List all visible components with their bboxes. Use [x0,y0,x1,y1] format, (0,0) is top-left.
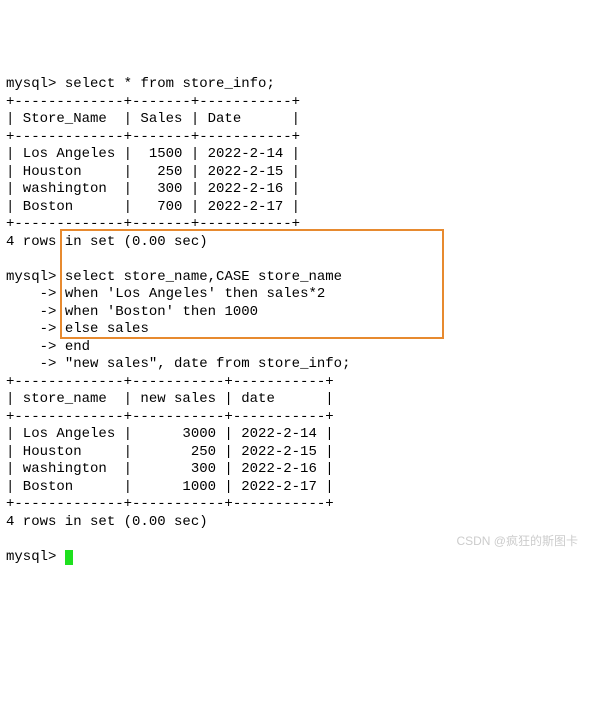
sql-line: select store_name,CASE store_name [65,269,342,285]
sql-line: else sales [65,321,149,337]
result-footer: 4 rows in set (0.00 sec) [6,234,208,250]
table-border: +-------------+-------+-----------+ [6,129,300,145]
table-border: +-------------+-----------+-----------+ [6,496,334,512]
terminal-output: mysql> select * from store_info; +------… [6,76,584,566]
sql-query-1: select * from store_info; [65,76,275,92]
table-border: +-------------+-------+-----------+ [6,216,300,232]
sql-line: when 'Los Angeles' then sales*2 [65,286,325,302]
table-row: | Los Angeles | 1500 | 2022-2-14 | [6,146,300,162]
mysql-continuation[interactable]: -> end [6,339,90,355]
mysql-continuation[interactable]: -> when 'Los Angeles' then sales*2 [6,286,325,302]
mysql-continuation[interactable]: -> when 'Boston' then 1000 [6,304,258,320]
table-header: | Store_Name | Sales | Date | [6,111,300,127]
cursor-icon [65,550,73,565]
mysql-prompt[interactable]: mysql> select * from store_info; [6,76,275,92]
table-border: +-------------+-----------+-----------+ [6,374,334,390]
sql-line: when 'Boston' then 1000 [65,304,258,320]
table-row: | Houston | 250 | 2022-2-15 | [6,444,334,460]
table-row: | Houston | 250 | 2022-2-15 | [6,164,300,180]
table-row: | washington | 300 | 2022-2-16 | [6,461,334,477]
table-row: | Los Angeles | 3000 | 2022-2-14 | [6,426,334,442]
sql-line: "new sales", date from store_info; [65,356,351,372]
table-row: | Boston | 1000 | 2022-2-17 | [6,479,334,495]
mysql-continuation[interactable]: -> else sales [6,321,149,337]
table-header: | store_name | new sales | date | [6,391,334,407]
table-row: | Boston | 700 | 2022-2-17 | [6,199,300,215]
watermark: CSDN @疯狂的斯图卡 [456,534,578,549]
table-border: +-------------+-------+-----------+ [6,94,300,110]
mysql-prompt[interactable]: mysql> select store_name,CASE store_name [6,269,342,285]
result-footer: 4 rows in set (0.00 sec) [6,514,208,530]
mysql-continuation[interactable]: -> "new sales", date from store_info; [6,356,350,372]
table-border: +-------------+-----------+-----------+ [6,409,334,425]
table-row: | washington | 300 | 2022-2-16 | [6,181,300,197]
sql-line: end [65,339,90,355]
